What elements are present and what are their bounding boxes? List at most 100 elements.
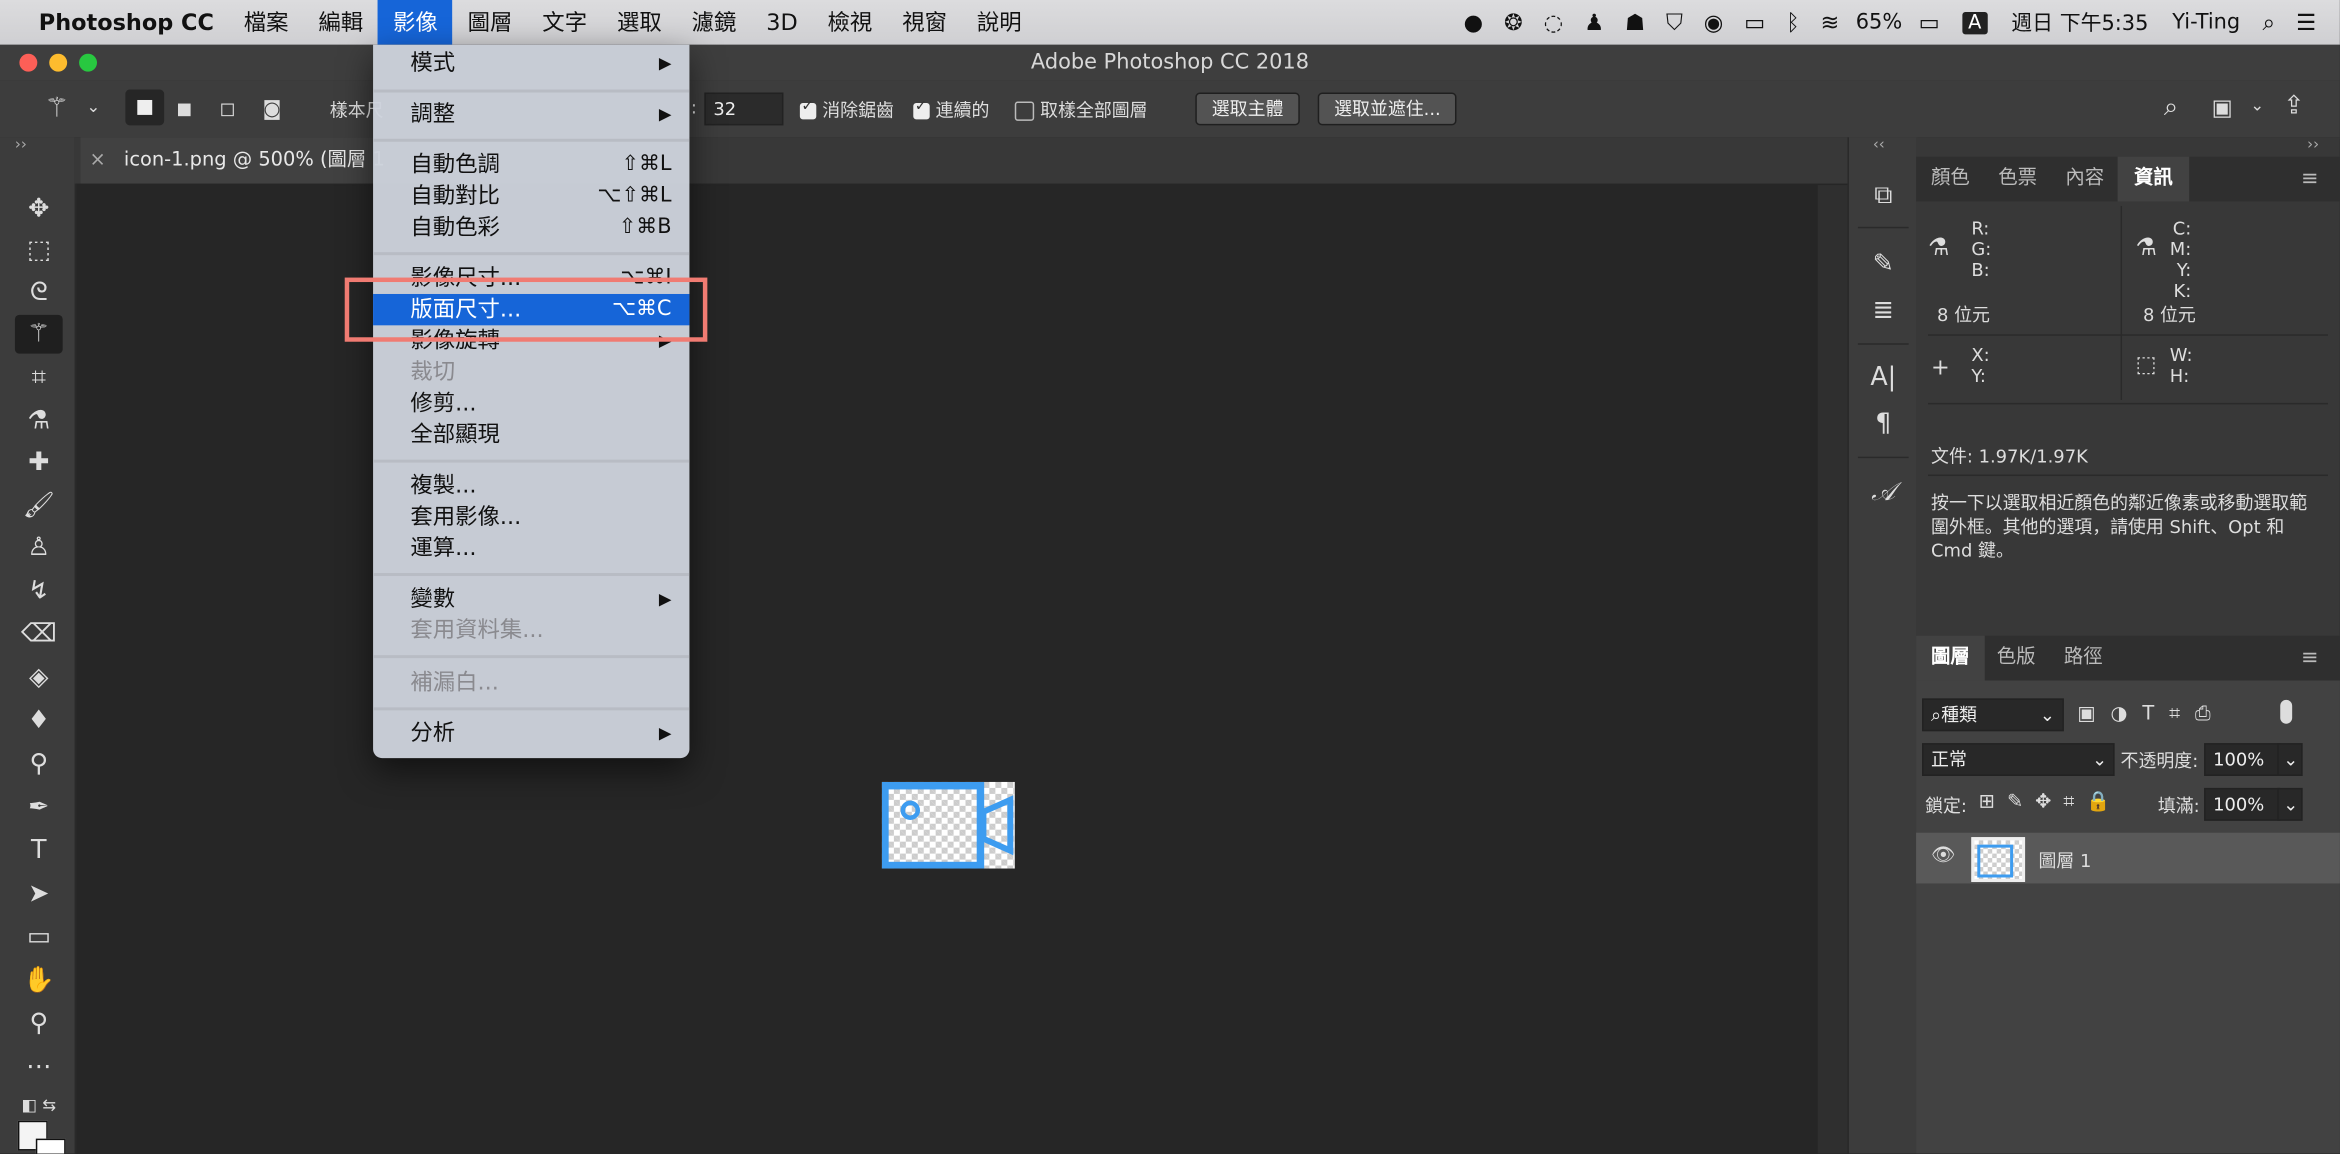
path-selection-tool-icon[interactable]: ➤ <box>15 874 63 913</box>
menu-item-duplicate[interactable]: 複製... <box>373 470 689 501</box>
select-subject-button[interactable]: 選取主體 <box>1195 92 1300 126</box>
menu-edit[interactable]: 編輯 <box>303 0 378 45</box>
paint-bucket-tool-icon[interactable]: ◈ <box>15 658 63 697</box>
menu-item-apply-image[interactable]: 套用影像... <box>373 501 689 532</box>
user-name[interactable]: Yi-Ting <box>2172 10 2240 34</box>
tab-info[interactable]: 資訊 <box>2117 156 2190 202</box>
brush-settings-icon[interactable]: ✎ <box>1864 246 1903 282</box>
tab-swatches[interactable]: 色票 <box>1998 157 2037 202</box>
bluetooth-icon[interactable]: ᛒ <box>1786 0 1799 45</box>
layer-filter-icons[interactable]: ▣◑T⌗⎙ <box>2077 703 2225 725</box>
layer-name[interactable]: 圖層 1 <box>2038 848 2091 873</box>
chevron-down-icon[interactable]: ⌄ <box>87 97 101 116</box>
character-panel-icon[interactable]: A| <box>1864 360 1903 396</box>
hand-tool-icon[interactable]: ✋ <box>15 961 63 1000</box>
menu-file[interactable]: 檔案 <box>229 0 304 45</box>
menu-item-auto-tone[interactable]: 自動色調 ⇧⌘L <box>373 149 689 180</box>
rectangle-tool-icon[interactable]: ▭ <box>15 918 63 957</box>
close-tab-icon[interactable]: × <box>90 149 106 171</box>
filter-toggle[interactable] <box>2280 699 2293 724</box>
input-source-badge[interactable]: A <box>1962 11 1988 34</box>
paragraph-panel-icon[interactable]: ¶ <box>1864 406 1903 442</box>
menu-filter[interactable]: 濾鏡 <box>677 0 752 45</box>
eyedropper-tool-icon[interactable]: ⚗ <box>15 401 63 440</box>
menu-layer[interactable]: 圖層 <box>453 0 528 45</box>
select-and-mask-button[interactable]: 選取並遮住... <box>1317 92 1458 126</box>
collapse-strip-icon[interactable]: ‹‹ <box>1873 137 1885 153</box>
menu-item-auto-color[interactable]: 自動色彩 ⇧⌘B <box>373 212 689 243</box>
fill-input[interactable]: 100% <box>2204 787 2281 821</box>
layer-thumbnail[interactable] <box>1971 837 2026 882</box>
lock-icons[interactable]: ⊞✎✥⌗🔒 <box>1979 791 2123 813</box>
more-tools-icon[interactable]: ⋯ <box>15 1048 63 1087</box>
search-icon[interactable]: ⌕ <box>2164 93 2178 123</box>
brush-presets-icon[interactable]: ≣ <box>1864 292 1903 328</box>
menu-image[interactable]: 影像 <box>378 0 453 45</box>
menu-3d[interactable]: 3D <box>751 0 812 45</box>
subtract-from-selection-button[interactable]: ◻ <box>219 98 235 120</box>
line-icon[interactable]: ● <box>1464 0 1484 45</box>
swap-colors-icon[interactable]: ◧ ⇆ <box>15 1086 63 1125</box>
layers-panel-menu-icon[interactable]: ≡ <box>2301 636 2319 681</box>
type-tool-icon[interactable]: T <box>15 831 63 870</box>
menu-item-calculations[interactable]: 運算... <box>373 533 689 564</box>
stamp-tool-icon[interactable]: ♙ <box>15 528 63 567</box>
zoom-tool-icon[interactable]: ⚲ <box>15 1004 63 1043</box>
tolerance-input[interactable]: 32 <box>704 92 784 126</box>
fill-dropdown-icon[interactable]: ⌄ <box>2277 787 2303 821</box>
blend-mode-select[interactable]: 正常 ⌄ <box>1922 743 2115 776</box>
menu-item-analysis[interactable]: 分析 ▶ <box>373 718 689 749</box>
healing-brush-tool-icon[interactable]: ✚ <box>15 443 63 482</box>
tab-channels[interactable]: 色版 <box>1997 636 2036 681</box>
menu-type[interactable]: 文字 <box>527 0 602 45</box>
cmyk-eyedropper-icon[interactable]: ⚗ <box>2135 233 2156 261</box>
menu-item-variables[interactable]: 變數 ▶ <box>373 583 689 614</box>
marquee-tool-icon[interactable]: ⬚ <box>15 231 63 270</box>
spotlight-search-icon[interactable]: ⌕ <box>2263 0 2276 45</box>
crop-tool-icon[interactable]: ⌗ <box>15 358 63 397</box>
notification-list-icon[interactable]: ☰ <box>2296 0 2316 45</box>
layer-filter-select[interactable]: ⌕種類 ⌄ <box>1922 698 2064 732</box>
tab-paths[interactable]: 路徑 <box>2064 636 2103 681</box>
collapse-dock-icon[interactable]: ›› <box>2307 137 2319 153</box>
vertical-scrollbar[interactable] <box>1817 185 1848 1154</box>
wifi-icon[interactable]: ≋ <box>1821 0 1840 45</box>
glyphs-panel-icon[interactable]: 𝒜 <box>1864 475 1903 511</box>
menu-item-reveal-all[interactable]: 全部顯現 <box>373 419 689 450</box>
menu-select[interactable]: 選取 <box>602 0 677 45</box>
eye-app-icon[interactable]: ◉ <box>1704 0 1724 45</box>
menu-window[interactable]: 視窗 <box>887 0 962 45</box>
move-tool-icon[interactable]: ✥ <box>15 190 63 229</box>
layer-row[interactable]: 👁 圖層 1 <box>1916 832 2340 884</box>
magic-wand-preset-icon[interactable]: ⚚ <box>45 93 69 124</box>
opacity-input[interactable]: 100% <box>2204 743 2281 776</box>
workspace-chevron-icon[interactable]: ⌄ <box>2250 96 2264 115</box>
document-canvas[interactable] <box>77 185 1818 1154</box>
clock[interactable]: 週日 下午5:35 <box>2011 7 2148 37</box>
cloud-hat-icon[interactable]: ☗ <box>1625 0 1645 45</box>
rgb-eyedropper-icon[interactable]: ⚗ <box>1928 233 1949 261</box>
chat-bubble-icon[interactable]: ◌ <box>1544 0 1564 45</box>
anti-alias-checkbox[interactable]: 消除鋸齒 <box>799 97 894 122</box>
menu-item-mode[interactable]: 模式 ▶ <box>373 48 689 79</box>
history-brush-tool-icon[interactable]: ↯ <box>15 572 63 611</box>
qq-penguin-icon[interactable]: ♟ <box>1584 0 1604 45</box>
visibility-eye-icon[interactable]: 👁 <box>1931 845 1956 867</box>
history-panel-icon[interactable]: ⧉ <box>1864 178 1903 214</box>
add-to-selection-button[interactable]: ◼ <box>176 98 192 120</box>
eraser-tool-icon[interactable]: ⌫ <box>15 615 63 654</box>
intersect-selection-button[interactable]: ◙ <box>263 98 282 120</box>
menu-view[interactable]: 檢視 <box>813 0 888 45</box>
background-color-swatch[interactable] <box>35 1138 66 1154</box>
sample-all-layers-checkbox[interactable]: 取樣全部圖層 <box>1014 97 1148 122</box>
magic-wand-tool-icon[interactable]: ⚚ <box>14 314 63 354</box>
shield-icon[interactable]: ⛉ <box>1666 0 1683 45</box>
new-selection-button[interactable] <box>125 89 165 126</box>
menu-item-auto-contrast[interactable]: 自動對比 ⌥⇧⌘L <box>373 181 689 212</box>
workspace-icon[interactable]: ▣ <box>2212 94 2233 121</box>
opacity-dropdown-icon[interactable]: ⌄ <box>2277 743 2303 776</box>
blur-tool-icon[interactable]: ♦ <box>15 701 63 740</box>
document-image[interactable] <box>881 781 1015 869</box>
airplay-icon[interactable]: ▭ <box>1744 0 1765 45</box>
tab-color[interactable]: 顏色 <box>1931 157 1970 202</box>
